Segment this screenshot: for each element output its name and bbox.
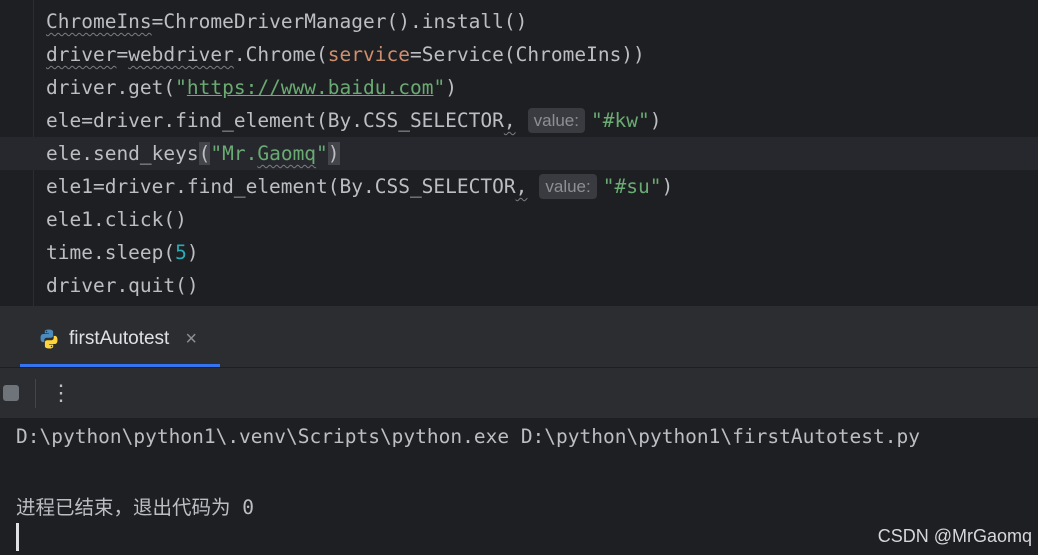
matched-paren: ) [327, 142, 340, 165]
code-line-8[interactable]: time.sleep(5) [0, 236, 1038, 269]
console-command-line: D:\python\python1\.venv\Scripts\python.e… [16, 425, 920, 448]
code-token: driver.get( [46, 76, 176, 99]
code-token: ) [445, 76, 457, 99]
code-line-5-current[interactable]: ele.send_keys("Mr.Gaomq") [0, 137, 1038, 170]
console-exit-message: 进程已结束，退出代码为 0 [16, 496, 254, 519]
string-literal: " [316, 142, 328, 165]
watermark: CSDN @MrGaomq [877, 526, 1032, 546]
code-token: =Service(ChromeIns)) [409, 43, 645, 66]
run-tool-window: firstAutotest × ⋮ D:\python\python1\.ven… [0, 306, 1038, 555]
tab-first-autotest[interactable]: firstAutotest × [20, 314, 220, 367]
url-link[interactable]: https://www.baidu.com [187, 76, 434, 99]
more-options-icon[interactable]: ⋮ [50, 379, 72, 407]
code-token: ) [649, 109, 662, 132]
code-token: , [503, 109, 516, 132]
run-toolbar: ⋮ [0, 368, 1038, 419]
keyword-argument: service [327, 43, 410, 66]
close-icon[interactable]: × [185, 328, 197, 351]
code-line-6[interactable]: ele1=driver.find_element(By.CSS_SELECTOR… [0, 170, 1038, 203]
string-literal: " [175, 76, 187, 99]
toolbar-separator [35, 379, 36, 408]
code-line-4[interactable]: ele=driver.find_element(By.CSS_SELECTOR,… [0, 104, 1038, 137]
string-literal: " [433, 76, 446, 99]
text-caret [16, 523, 19, 551]
code-token: ele=driver.find_element(By.CSS_SELECTOR [46, 109, 504, 132]
code-line-3[interactable]: driver.get("https://www.baidu.com") [0, 71, 1038, 104]
python-icon [40, 329, 58, 349]
code-token: = [151, 10, 164, 33]
code-token: ele1=driver.find_element(By.CSS_SELECTOR [46, 175, 516, 198]
code-line-9[interactable]: driver.quit() [0, 269, 1038, 302]
parameter-hint: value: [527, 108, 585, 133]
code-line-7[interactable]: ele1.click() [0, 203, 1038, 236]
matched-paren: ( [198, 142, 211, 165]
code-token: time.sleep( [46, 241, 176, 264]
code-token: ) [661, 175, 674, 198]
string-literal: "#kw" [591, 109, 650, 132]
tab-label: firstAutotest [69, 328, 170, 349]
number-literal: 5 [175, 241, 187, 264]
code-token: driver [46, 43, 117, 66]
run-tab-bar: firstAutotest × [0, 306, 1038, 368]
code-line-1[interactable]: ChromeIns=ChromeDriverManager().install(… [0, 5, 1038, 38]
code-token: webdriver [128, 43, 234, 66]
code-token: ele.send_keys [46, 142, 199, 165]
code-line-2[interactable]: driver=webdriver.Chrome(service=Service(… [0, 38, 1038, 71]
code-token: ChromeIns [46, 10, 152, 33]
parameter-hint: value: [539, 174, 597, 199]
code-token: = [116, 43, 129, 66]
code-token: ChromeDriverManager().install() [163, 10, 528, 33]
code-token: driver.quit() [46, 274, 199, 297]
string-literal: Gaomq [257, 142, 317, 165]
code-token: ) [186, 241, 199, 264]
string-literal: "Mr. [210, 142, 258, 165]
code-token: .Chrome( [233, 43, 328, 66]
code-token: , [515, 175, 528, 198]
stop-icon[interactable] [3, 385, 19, 401]
code-token: ele1.click() [46, 208, 187, 231]
code-editor[interactable]: ChromeIns=ChromeDriverManager().install(… [0, 0, 1038, 306]
string-literal: "#su" [602, 175, 662, 198]
